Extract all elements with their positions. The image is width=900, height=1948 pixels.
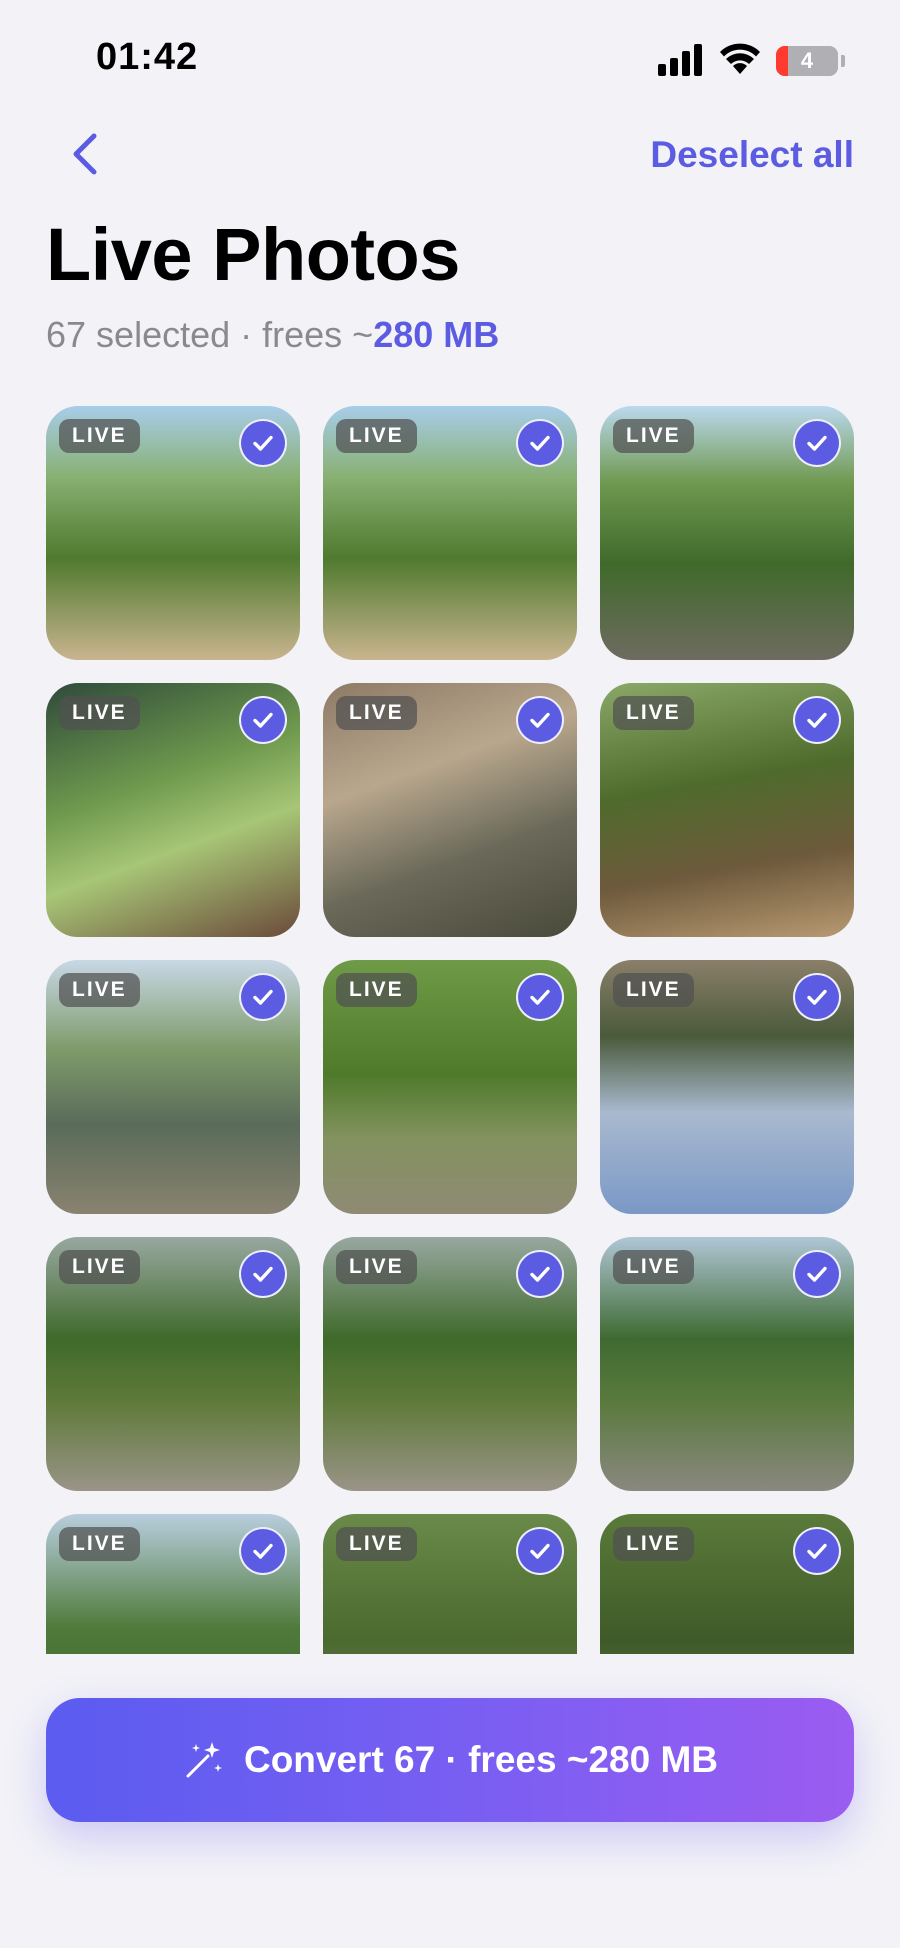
- checkmark-icon[interactable]: [239, 696, 287, 744]
- live-badge: LIVE: [59, 1250, 140, 1284]
- photo-tile[interactable]: LIVE: [46, 683, 300, 937]
- back-button[interactable]: [60, 126, 110, 182]
- live-badge: LIVE: [613, 973, 694, 1007]
- chevron-left-icon: [73, 133, 97, 175]
- status-bar: 01:42 4: [0, 0, 900, 120]
- live-badge: LIVE: [336, 1250, 417, 1284]
- photo-tile[interactable]: LIVE: [46, 406, 300, 660]
- live-badge: LIVE: [59, 696, 140, 730]
- live-badge: LIVE: [613, 1250, 694, 1284]
- live-badge: LIVE: [336, 973, 417, 1007]
- checkmark-icon[interactable]: [793, 1250, 841, 1298]
- checkmark-icon[interactable]: [516, 1527, 564, 1575]
- photo-tile[interactable]: LIVE: [600, 683, 854, 937]
- photo-tile[interactable]: LIVE: [600, 406, 854, 660]
- checkmark-icon[interactable]: [239, 419, 287, 467]
- selection-count-text: 67 selected · frees ~: [46, 314, 374, 355]
- selection-summary: 67 selected · frees ~280 MB: [46, 314, 499, 356]
- checkmark-icon[interactable]: [516, 1250, 564, 1298]
- photo-tile[interactable]: LIVE: [600, 1237, 854, 1491]
- battery-icon: 4: [776, 46, 838, 76]
- photo-tile[interactable]: LIVE: [46, 960, 300, 1214]
- photo-tile[interactable]: LIVE: [323, 683, 577, 937]
- live-badge: LIVE: [336, 419, 417, 453]
- status-time: 01:42: [96, 36, 199, 78]
- convert-button-label: Convert 67 · frees ~280 MB: [243, 1739, 718, 1780]
- photo-tile[interactable]: LIVE: [323, 1514, 577, 1654]
- live-badge: LIVE: [59, 973, 140, 1007]
- photo-tile[interactable]: LIVE: [46, 1514, 300, 1654]
- live-badge: LIVE: [613, 419, 694, 453]
- photo-tile[interactable]: LIVE: [323, 406, 577, 660]
- convert-button[interactable]: Convert 67 · frees ~280 MB: [46, 1698, 854, 1822]
- photo-tile[interactable]: LIVE: [600, 960, 854, 1214]
- battery-level: 4: [800, 48, 814, 73]
- live-badge: LIVE: [613, 1527, 694, 1561]
- checkmark-icon[interactable]: [793, 973, 841, 1021]
- wifi-icon: [720, 42, 760, 76]
- sparkles-icon: [186, 1742, 222, 1778]
- checkmark-icon[interactable]: [239, 973, 287, 1021]
- photo-tile[interactable]: LIVE: [323, 1237, 577, 1491]
- page-title: Live Photos: [46, 213, 460, 296]
- checkmark-icon[interactable]: [239, 1527, 287, 1575]
- live-badge: LIVE: [613, 696, 694, 730]
- photo-grid: LIVE LIVE LIVE LIVE LIVE LIVE LIVE LIVE LIVE LIVE…: [46, 406, 854, 1654]
- live-badge: LIVE: [59, 1527, 140, 1561]
- photo-tile[interactable]: LIVE: [323, 960, 577, 1214]
- battery-nub: [841, 55, 845, 67]
- checkmark-icon[interactable]: [516, 419, 564, 467]
- live-badge: LIVE: [59, 419, 140, 453]
- checkmark-icon[interactable]: [516, 696, 564, 744]
- photo-tile[interactable]: LIVE: [600, 1514, 854, 1654]
- photo-tile[interactable]: LIVE: [46, 1237, 300, 1491]
- photo-grid-scroll[interactable]: LIVE LIVE LIVE LIVE LIVE LIVE LIVE LIVE LIVE LIVE…: [46, 406, 854, 1654]
- frees-size-text: 280 MB: [373, 314, 500, 355]
- checkmark-icon[interactable]: [793, 419, 841, 467]
- live-badge: LIVE: [336, 1527, 417, 1561]
- checkmark-icon[interactable]: [239, 1250, 287, 1298]
- live-badge: LIVE: [336, 696, 417, 730]
- checkmark-icon[interactable]: [516, 973, 564, 1021]
- deselect-all-button[interactable]: Deselect all: [650, 134, 854, 176]
- checkmark-icon[interactable]: [793, 696, 841, 744]
- checkmark-icon[interactable]: [793, 1527, 841, 1575]
- cellular-signal-icon: [658, 44, 704, 76]
